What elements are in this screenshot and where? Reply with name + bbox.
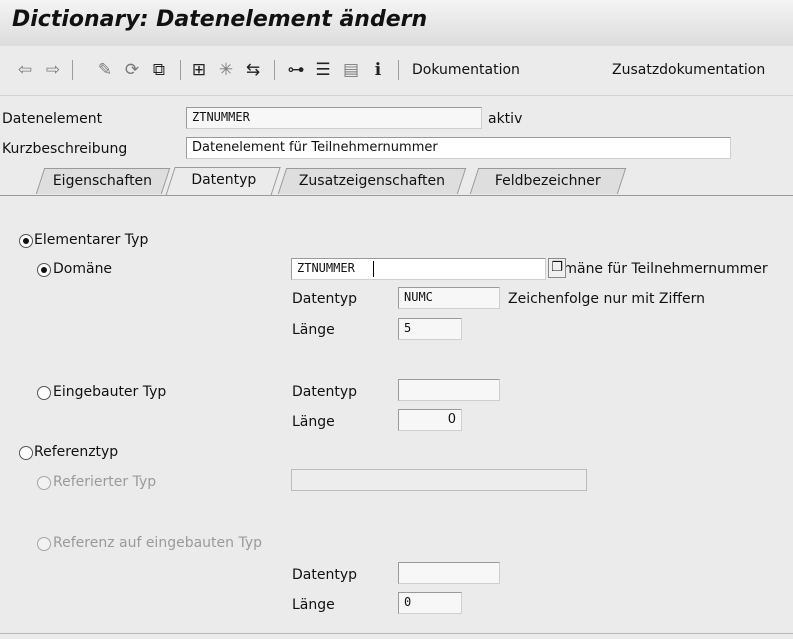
eingebauter-laenge-field[interactable]: 0 xyxy=(398,409,462,431)
toolbar-separator xyxy=(274,60,275,80)
referenz-laenge-field[interactable]: 0 xyxy=(398,592,462,614)
referierter-typ-label: Referierter Typ xyxy=(53,474,157,490)
window-title: Dictionary: Datenelement ändern xyxy=(12,7,428,32)
domaene-value: ZTNUMMER xyxy=(297,261,355,275)
referierter-typ-field[interactable] xyxy=(291,469,587,491)
domaene-datentyp-label: Datentyp xyxy=(292,291,357,307)
radio-referierter-typ[interactable] xyxy=(37,476,51,490)
display-object-list-icon[interactable]: ▤ xyxy=(340,59,362,81)
eingebauter-datentyp-field[interactable] xyxy=(398,379,500,401)
application-toolbar: ⇦ ⇨ ✎ ⟳ ⧉ ⊞ ✳ ⇆ ⊶ ☰ ▤ ℹ Dokumentation Zu… xyxy=(0,46,793,96)
tab-panel-border xyxy=(0,195,793,196)
kurzbeschreibung-field[interactable]: Datenelement für Teilnehmernummer xyxy=(186,137,731,159)
tab-label: Datentyp xyxy=(190,172,256,188)
toolbar-separator xyxy=(72,60,73,80)
activate-icon[interactable]: ✳ xyxy=(215,59,237,81)
tab-label: Feldbezeichner xyxy=(494,173,601,189)
tab-feldbezeichner[interactable]: Feldbezeichner xyxy=(469,168,627,194)
eingebauter-laenge-label: Länge xyxy=(292,414,335,430)
title-bar: Dictionary: Datenelement ändern xyxy=(0,0,793,47)
tab-eigenschaften[interactable]: Eigenschaften xyxy=(35,168,171,194)
domaene-field[interactable]: ZTNUMMER xyxy=(291,258,546,280)
referenz-datentyp-label: Datentyp xyxy=(292,567,357,583)
domaene-datentyp-field[interactable]: NUMC xyxy=(398,287,500,309)
datenelement-label: Datenelement xyxy=(2,111,103,127)
forward-arrow-icon[interactable]: ⇨ xyxy=(42,59,64,81)
domaene-description: Domäne für Teilnehmernummer xyxy=(566,261,768,277)
text-cursor xyxy=(373,261,374,277)
datenelement-field[interactable]: ZTNUMMER xyxy=(186,107,482,129)
radio-eingebauter-typ[interactable] xyxy=(37,386,51,400)
other-object-icon[interactable]: ⧉ xyxy=(148,59,170,81)
referenz-laenge-label: Länge xyxy=(292,597,335,613)
domaene-laenge-field[interactable]: 5 xyxy=(398,318,462,340)
eingebauter-typ-label: Eingebauter Typ xyxy=(53,384,167,400)
back-arrow-icon[interactable]: ⇦ xyxy=(14,59,36,81)
tab-datentyp[interactable]: Datentyp xyxy=(165,167,281,196)
domaene-datentyp-description: Zeichenfolge nur mit Ziffern xyxy=(508,291,706,307)
domaene-laenge-label: Länge xyxy=(292,322,335,338)
status-text: aktiv xyxy=(488,111,523,127)
active-inactive-icon[interactable]: ⟳ xyxy=(121,59,143,81)
referenztyp-label: Referenztyp xyxy=(34,444,119,460)
dokumentation-button[interactable]: Dokumentation xyxy=(412,62,520,78)
tab-label: Zusatzeigenschaften xyxy=(298,173,445,189)
referenz-eingebaut-label: Referenz auf eingebauten Typ xyxy=(53,535,263,551)
hierarchy-icon[interactable]: ⊶ xyxy=(285,59,307,81)
panel-bottom-border xyxy=(0,633,793,634)
toolbar-separator xyxy=(180,60,181,80)
radio-referenztyp[interactable] xyxy=(19,446,33,460)
elementarer-typ-label: Elementarer Typ xyxy=(34,232,149,248)
object-list-icon[interactable]: ☰ xyxy=(312,59,334,81)
value-help-icon[interactable]: ❐ xyxy=(548,258,566,278)
display-change-icon[interactable]: ✎ xyxy=(94,59,116,81)
domaene-label: Domäne xyxy=(53,261,113,277)
radio-referenz-eingebaut[interactable] xyxy=(37,537,51,551)
zusatzdokumentation-button[interactable]: Zusatzdokumentation xyxy=(612,62,765,78)
where-used-icon[interactable]: ⇆ xyxy=(242,59,264,81)
kurzbeschreibung-label: Kurzbeschreibung xyxy=(2,141,128,157)
check-icon[interactable]: ⊞ xyxy=(188,59,210,81)
referenz-datentyp-field[interactable] xyxy=(398,562,500,584)
radio-elementarer-typ[interactable] xyxy=(19,234,33,248)
radio-domaene[interactable] xyxy=(37,263,51,277)
toolbar-separator xyxy=(398,60,399,80)
tab-zusatzeigenschaften[interactable]: Zusatzeigenschaften xyxy=(277,168,467,194)
info-icon[interactable]: ℹ xyxy=(367,59,389,81)
eingebauter-datentyp-label: Datentyp xyxy=(292,384,357,400)
tab-label: Eigenschaften xyxy=(53,173,153,189)
